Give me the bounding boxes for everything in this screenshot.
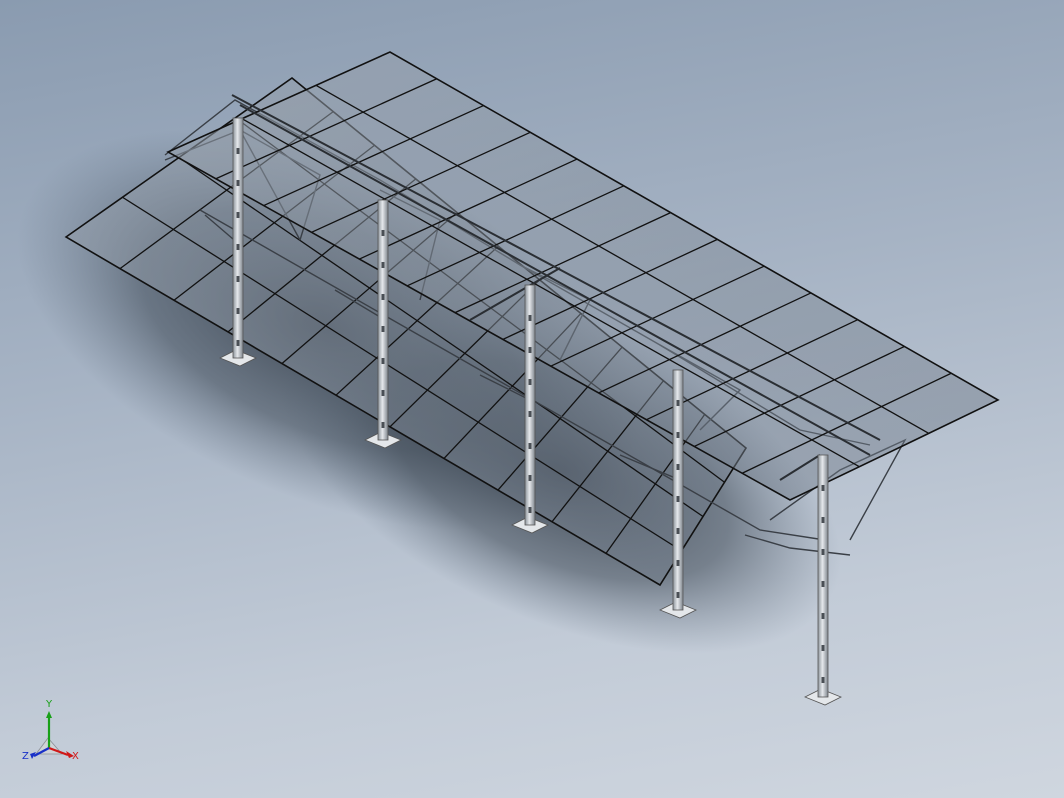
bolt-hole (236, 244, 240, 250)
bolt-hole (528, 315, 532, 321)
bolt-hole (236, 276, 240, 282)
bolt-hole (821, 677, 825, 683)
view-orientation-triad[interactable]: Y X Z (18, 700, 88, 772)
bolt-hole (381, 326, 385, 332)
bolt-hole (676, 400, 680, 406)
x-axis-label: X (72, 751, 79, 762)
bolt-hole (676, 560, 680, 566)
bolt-hole (528, 379, 532, 385)
bolt-hole (381, 422, 385, 428)
bolt-hole (381, 294, 385, 300)
y-axis-label: Y (46, 699, 53, 710)
bolt-hole (528, 475, 532, 481)
bolt-hole (236, 212, 240, 218)
bolt-hole (821, 613, 825, 619)
bolt-hole (676, 592, 680, 598)
bolt-hole (381, 230, 385, 236)
bolt-hole (821, 517, 825, 523)
bolt-hole (821, 485, 825, 491)
bolt-hole (676, 432, 680, 438)
post-column (817, 454, 829, 698)
bolt-hole (381, 262, 385, 268)
bolt-hole (676, 496, 680, 502)
bolt-hole (528, 347, 532, 353)
bolt-hole (821, 645, 825, 651)
bolt-hole (236, 180, 240, 186)
bolt-hole (676, 464, 680, 470)
bolt-hole (381, 358, 385, 364)
bolt-hole (236, 148, 240, 154)
cad-viewport[interactable]: Y X Z (0, 0, 1064, 798)
bolt-hole (821, 581, 825, 587)
z-axis-label: Z (22, 751, 29, 762)
bolt-hole (236, 308, 240, 314)
bolt-hole (528, 443, 532, 449)
bolt-hole (381, 390, 385, 396)
bolt-hole (236, 340, 240, 346)
bolt-hole (528, 411, 532, 417)
bolt-hole (528, 507, 532, 513)
bolt-hole (821, 549, 825, 555)
bolt-hole (676, 528, 680, 534)
carport-model[interactable] (0, 0, 1064, 798)
